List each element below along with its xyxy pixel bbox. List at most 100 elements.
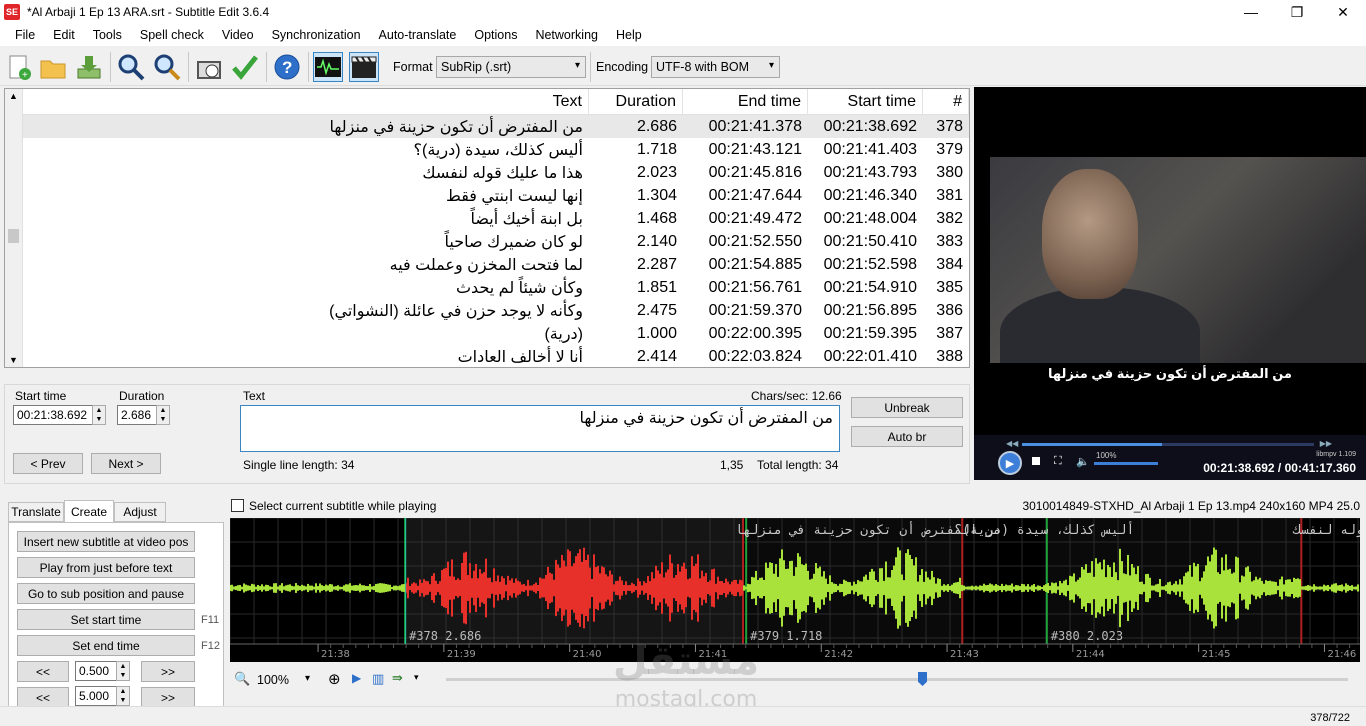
new-file-icon[interactable]: + xyxy=(4,52,34,82)
go-to-sub-position-button[interactable]: Go to sub position and pause xyxy=(17,583,195,604)
menu-edit[interactable]: Edit xyxy=(44,28,84,42)
find-icon[interactable] xyxy=(116,52,146,82)
toolbar-separator xyxy=(590,52,591,82)
replace-icon[interactable] xyxy=(152,52,182,82)
time-ruler-label: 21:38 xyxy=(321,649,350,660)
subtitle-grid[interactable]: ▲ ▼ Text Duration End time Start time # … xyxy=(4,88,970,368)
encoding-select[interactable]: UTF-8 with BOM ▾ xyxy=(651,56,780,78)
prev-button[interactable]: < Prev xyxy=(13,453,83,474)
volume-icon[interactable]: 🔈 xyxy=(1076,455,1090,468)
play-from-before-text-button[interactable]: Play from just before text xyxy=(17,557,195,578)
insert-subtitle-at-video-pos-button[interactable]: Insert new subtitle at video pos xyxy=(17,531,195,552)
col-header-text[interactable]: Text xyxy=(23,89,589,115)
maximize-icon[interactable]: ❐ xyxy=(1274,0,1320,24)
forward-large-button[interactable]: >> xyxy=(141,687,195,708)
chevron-up-icon[interactable]: ▲ xyxy=(9,91,18,101)
svg-text:+: + xyxy=(22,70,28,81)
table-row[interactable]: بل ابنة أخيك أيضاً 1.468 00:21:49.472 00:21… xyxy=(23,207,969,230)
back-small-button[interactable]: << xyxy=(17,661,69,682)
set-start-time-button[interactable]: Set start time xyxy=(17,609,195,630)
table-row[interactable]: إنها ليست ابنتي فقط 1.304 00:21:47.644 00:2… xyxy=(23,184,969,207)
fullscreen-icon[interactable]: ⛶ xyxy=(1054,455,1062,468)
start-time-spinner[interactable]: ▲ ▼ xyxy=(92,405,106,425)
tab-translate[interactable]: Translate xyxy=(8,502,64,522)
rewind-icon[interactable]: ◀◀ xyxy=(1006,439,1018,448)
subtitle-text-input[interactable]: من المفترض أن تكون حزينة في منزلها xyxy=(240,405,840,452)
scroll-thumb[interactable] xyxy=(8,229,19,243)
menu-help[interactable]: Help xyxy=(607,28,651,42)
menu-options[interactable]: Options xyxy=(465,28,526,42)
position-thumb[interactable] xyxy=(918,672,927,686)
col-header-end-time[interactable]: End time xyxy=(683,89,808,115)
zoom-icon[interactable]: 🔍 xyxy=(234,671,250,687)
step-small-spinner[interactable]: ▲ ▼ xyxy=(116,661,130,681)
duration-input[interactable]: 2.686 xyxy=(117,405,157,425)
title-bar: SE *Al Arbaji 1 Ep 13 ARA.srt - Subtitle… xyxy=(0,0,1366,24)
col-header-number[interactable]: # xyxy=(923,89,969,115)
back-large-button[interactable]: << xyxy=(17,687,69,708)
step-large-input[interactable]: 5.000 xyxy=(75,686,117,706)
step-small-input[interactable]: 0.500 xyxy=(75,661,117,681)
forward-small-button[interactable]: >> xyxy=(141,661,195,682)
next-button[interactable]: Next > xyxy=(91,453,161,474)
set-end-time-button[interactable]: Set end time xyxy=(17,635,195,656)
waveform-toggle-icon[interactable] xyxy=(313,52,343,82)
cell-text: أنا لا أخالف العادات xyxy=(457,348,583,366)
waveform[interactable]: من المفترض أن تكون حزينة في منزلها #378 2… xyxy=(230,518,1360,662)
menu-networking[interactable]: Networking xyxy=(526,28,607,42)
table-row[interactable]: أنا لا أخالف العادات 2.414 00:22:03.824 00:… xyxy=(23,345,969,367)
split-icon[interactable]: ▥ xyxy=(372,671,384,687)
volume-slider[interactable] xyxy=(1094,462,1158,465)
grid-scrollbar[interactable]: ▲ ▼ xyxy=(5,89,23,367)
format-select[interactable]: SubRip (.srt) ▾ xyxy=(436,56,586,78)
col-header-duration[interactable]: Duration xyxy=(589,89,683,115)
table-row[interactable]: (درية) 1.000 00:22:00.395 00:21:59.395 387 xyxy=(23,322,969,345)
visual-sync-icon[interactable] xyxy=(194,52,224,82)
fast-forward-icon[interactable]: ▶▶ xyxy=(1320,439,1332,448)
stop-icon[interactable] xyxy=(1032,457,1040,465)
table-row[interactable]: أليس كذلك، سيدة (درية)؟ 1.718 00:21:43.121… xyxy=(23,138,969,161)
close-icon[interactable]: ✕ xyxy=(1320,0,1366,24)
video-frame xyxy=(990,157,1366,363)
download-icon[interactable] xyxy=(74,52,104,82)
select-while-playing-checkbox[interactable] xyxy=(231,499,244,512)
table-row[interactable]: لما فتحت المخزن وعملت فيه 2.287 00:21:54.8… xyxy=(23,253,969,276)
menu-video[interactable]: Video xyxy=(213,28,263,42)
chevron-down-icon[interactable]: ▼ xyxy=(9,355,18,365)
zoom-in-icon[interactable]: ⊕ xyxy=(328,670,341,688)
video-toggle-icon[interactable] xyxy=(349,52,379,82)
spell-check-icon[interactable] xyxy=(230,52,260,82)
step-large-spinner[interactable]: ▲ ▼ xyxy=(116,686,130,706)
seek-bar[interactable] xyxy=(1022,443,1314,446)
auto-br-button[interactable]: Auto br xyxy=(851,426,963,447)
chevron-down-icon[interactable]: ▾ xyxy=(414,672,419,683)
video-player[interactable]: من المفترض أن تكون حزينة في منزلها ◀◀ ▶▶… xyxy=(974,87,1366,480)
menu-auto-translate[interactable]: Auto-translate xyxy=(370,28,466,42)
help-icon[interactable]: ? xyxy=(272,52,302,82)
table-row[interactable]: من المفترض أن تكون حزينة في منزلها 2.686 0… xyxy=(23,115,969,138)
play-icon[interactable]: ▶ xyxy=(998,451,1022,475)
start-time-input[interactable]: 00:21:38.692 xyxy=(13,405,93,425)
open-folder-icon[interactable] xyxy=(38,52,68,82)
menu-spell-check[interactable]: Spell check xyxy=(131,28,213,42)
table-row[interactable]: هذا ما عليك قوله لنفسك 2.023 00:21:45.816 0… xyxy=(23,161,969,184)
play-selection-icon[interactable]: ▶ xyxy=(352,671,361,685)
tab-create[interactable]: Create xyxy=(64,500,114,522)
zoom-value[interactable]: 100% xyxy=(257,673,289,687)
waveform-canvas[interactable]: من المفترض أن تكون حزينة في منزلها#378 2… xyxy=(230,518,1360,662)
insert-subtitle-icon[interactable]: ⇛ xyxy=(392,670,403,686)
position-track[interactable] xyxy=(446,678,1348,681)
unbreak-button[interactable]: Unbreak xyxy=(851,397,963,418)
minimize-icon[interactable]: — xyxy=(1228,0,1274,24)
tab-adjust[interactable]: Adjust xyxy=(114,502,166,522)
col-header-start-time[interactable]: Start time xyxy=(808,89,923,115)
menu-synchronization[interactable]: Synchronization xyxy=(263,28,370,42)
cell-number: 382 xyxy=(936,209,963,227)
table-row[interactable]: وكأنه لا يوجد حزن في عائلة (النشواتي) 2.4… xyxy=(23,299,969,322)
menu-tools[interactable]: Tools xyxy=(84,28,131,42)
duration-spinner[interactable]: ▲ ▼ xyxy=(156,405,170,425)
table-row[interactable]: لو كان ضميرك صاحياً 2.140 00:21:52.550 00:2… xyxy=(23,230,969,253)
chevron-down-icon[interactable]: ▾ xyxy=(305,673,310,684)
table-row[interactable]: وكأن شيئاً لم يحدث 1.851 00:21:56.761 00:21… xyxy=(23,276,969,299)
menu-file[interactable]: File xyxy=(6,28,44,42)
